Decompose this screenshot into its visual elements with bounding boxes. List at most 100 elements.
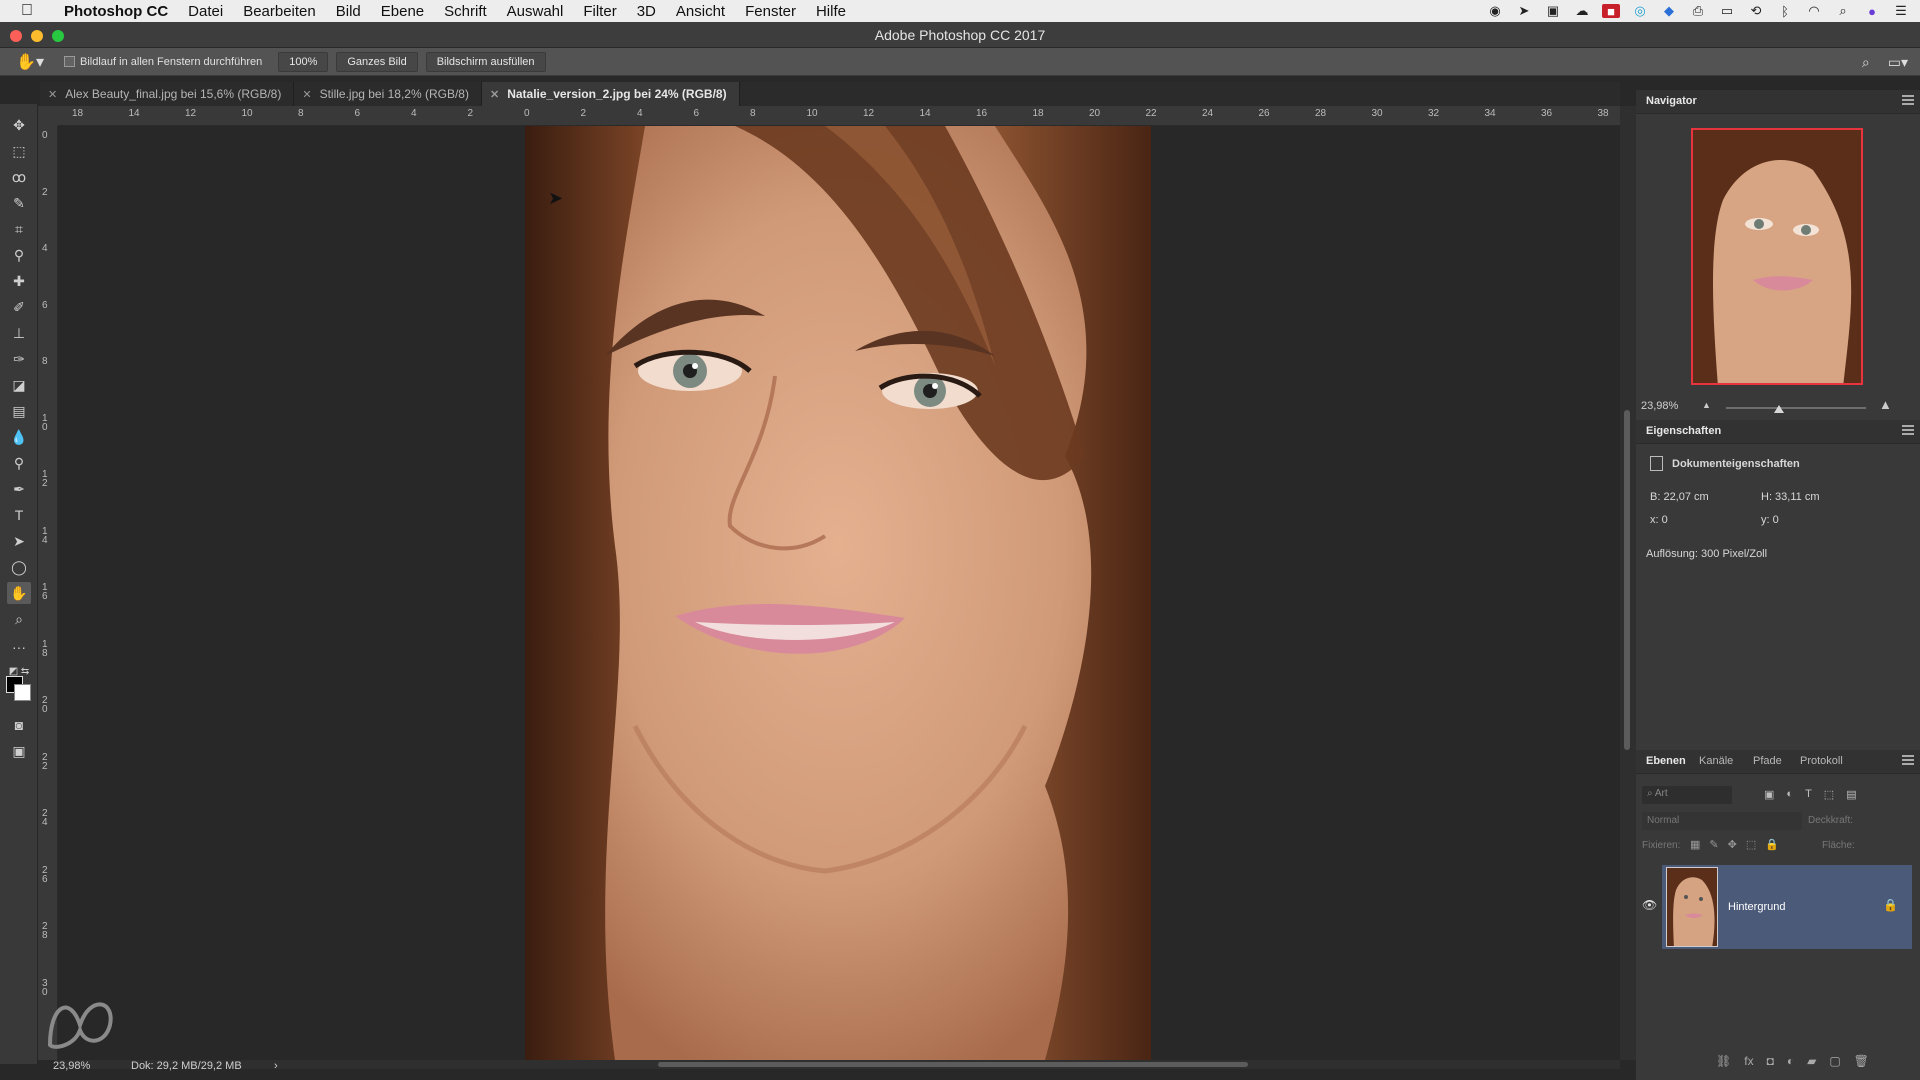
record-icon[interactable]: ◉ [1486,3,1504,18]
history-brush-tool-icon[interactable]: ✑ [7,348,31,370]
ruler-corner[interactable] [38,106,58,126]
eyedropper-tool-icon[interactable]: ⚲ [7,244,31,266]
new-group-icon[interactable]: ▰ [1807,1054,1816,1068]
zoom-in-icon[interactable]: ▲ [1879,397,1892,412]
checkbox-box[interactable] [64,56,75,67]
path-selection-tool-icon[interactable]: ➤ [7,530,31,552]
add-mask-icon[interactable]: ◘ [1767,1054,1774,1068]
navigator-tab[interactable]: Navigator [1646,95,1697,107]
type-filter-icon[interactable]: T [1805,788,1812,801]
navigator-zoom-slider[interactable] [1726,402,1866,414]
lock-artboard-icon[interactable]: ⬚ [1746,838,1756,851]
lasso-tool-icon[interactable]: ꝏ [7,166,31,188]
menu-fenster[interactable]: Fenster [735,3,806,20]
menu-bearbeiten[interactable]: Bearbeiten [233,3,326,20]
background-color-swatch[interactable] [14,684,31,701]
eraser-tool-icon[interactable]: ◪ [7,374,31,396]
close-tab-icon[interactable]: ✕ [302,88,311,101]
menu-app[interactable]: Photoshop CC [54,3,178,20]
tab-natalie-version-2[interactable]: ✕ Natalie_version_2.jpg bei 24% (RGB/8) [481,82,740,106]
clone-stamp-tool-icon[interactable]: ⊥ [7,322,31,344]
tab-stille[interactable]: ✕ Stille.jpg bei 18,2% (RGB/8) [294,82,482,106]
status-menu-arrow[interactable]: › [274,1060,278,1072]
bluetooth-icon[interactable]: ᛒ [1776,4,1794,19]
adjustment-layer-icon[interactable]: ◐ [1787,1054,1794,1068]
zoom-100-button[interactable]: 100% [278,51,329,72]
workspace-icon[interactable]: ▭▾ [1888,54,1908,71]
vertical-scrollbar[interactable] [1620,106,1636,1060]
layer-filter-search[interactable]: ⌕ Art [1642,786,1732,804]
vertical-scrollbar-thumb[interactable] [1624,410,1630,750]
search-icon[interactable]: ⌕ [1862,54,1870,71]
navigator-zoom-value[interactable]: 23,98% [1641,400,1678,412]
crop-tool-icon[interactable]: ⌗ [7,218,31,240]
panel-menu-icon[interactable] [1902,425,1914,435]
blur-tool-icon[interactable]: 💧 [7,426,31,448]
zoom-out-icon[interactable]: ▲ [1702,400,1711,410]
screen-mode-icon[interactable]: ▣ [7,740,31,762]
panel-menu-icon[interactable] [1902,95,1914,105]
marquee-tool-icon[interactable]: ⬚ [7,140,31,162]
cloud-icon[interactable]: ☁ [1573,3,1591,18]
menu-ebene[interactable]: Ebene [371,3,434,20]
move-tool-icon[interactable]: ✥ [7,114,31,136]
menu-ansicht[interactable]: Ansicht [666,3,735,20]
ruler-vertical[interactable]: 024681 01 21 41 61 82 02 22 42 62 83 0 [38,126,58,1060]
gradient-tool-icon[interactable]: ▤ [7,400,31,422]
notification-list-icon[interactable]: ☰ [1892,3,1910,18]
slider-knob[interactable] [1774,405,1785,413]
layer-lock-icon[interactable]: 🔒 [1883,898,1898,912]
menu-schrift[interactable]: Schrift [434,3,497,20]
close-tab-icon[interactable]: ✕ [48,88,57,101]
tab-channels[interactable]: Kanäle [1699,755,1733,767]
sync-icon[interactable]: ◎ [1631,3,1649,18]
ellipse-tool-icon[interactable]: ◯ [7,556,31,578]
more-tools-icon[interactable]: ··· [7,636,31,658]
tab-layers[interactable]: Ebenen [1646,755,1686,767]
smart-object-filter-icon[interactable]: ▤ [1846,788,1856,801]
navigator-preview[interactable] [1691,128,1863,385]
shape-filter-icon[interactable]: ⬚ [1824,788,1834,801]
tab-paths[interactable]: Pfade [1753,755,1782,767]
display-icon[interactable]: ▣ [1544,3,1562,18]
close-tab-icon[interactable]: ✕ [490,88,499,101]
brush-tool-icon[interactable]: ✐ [7,296,31,318]
cursor-app-icon[interactable]: ➤ [1515,3,1533,18]
layer-row-background[interactable]: Hintergrund 🔒 [1662,865,1912,949]
delete-layer-icon[interactable]: 🗑 [1854,1054,1869,1068]
fill-screen-button[interactable]: Bildschirm ausfüllen [425,51,546,72]
spotlight-icon[interactable]: ⌕ [1834,3,1852,18]
tab-history[interactable]: Protokoll [1800,755,1843,767]
fit-screen-button[interactable]: Ganzes Bild [336,51,418,72]
lock-pixels-icon[interactable]: ✎ [1709,838,1718,851]
pixel-filter-icon[interactable]: ▣ [1764,788,1774,801]
dodge-tool-icon[interactable]: ⚲ [7,452,31,474]
hand-tool-icon[interactable]: ✋ [7,582,31,604]
lock-position-icon[interactable]: ✥ [1728,838,1737,851]
pen-tool-icon[interactable]: ✒ [7,478,31,500]
properties-tab[interactable]: Eigenschaften [1646,425,1721,437]
layer-visibility-eye-icon[interactable]: 👁 [1642,898,1657,912]
adjustment-filter-icon[interactable]: ◐ [1786,788,1793,801]
document-canvas[interactable]: ➤ [58,126,1620,1060]
ruler-horizontal[interactable]: 18 14 12 10 8 6 4 2 0 2 4 6 8 10 12 14 16 18 20 22 24 26 28 30 3… [58,106,1620,126]
menu-filter[interactable]: Filter [573,3,626,20]
healing-brush-tool-icon[interactable]: ✚ [7,270,31,292]
status-zoom[interactable]: 23,98% [53,1060,90,1072]
lock-transparency-icon[interactable]: ▦ [1690,838,1700,851]
menu-auswahl[interactable]: Auswahl [497,3,574,20]
type-tool-icon[interactable]: T [7,504,31,526]
panel-menu-icon[interactable] [1902,755,1914,765]
menu-bild[interactable]: Bild [326,3,371,20]
menu-hilfe[interactable]: Hilfe [806,3,856,20]
zoom-tool-icon[interactable]: ⌕ [7,608,31,630]
printer-icon[interactable]: ⎙ [1689,3,1707,18]
app-red-icon[interactable]: ■ [1602,4,1620,19]
menu-datei[interactable]: Datei [178,3,233,20]
hand-tool-preset-icon[interactable]: ✋▾ [10,48,50,76]
dropbox-icon[interactable]: ◆ [1660,3,1678,18]
blend-mode-select[interactable]: Normal [1642,812,1802,830]
wifi-icon[interactable]: ◠ [1805,3,1823,18]
quick-selection-tool-icon[interactable]: ✎ [7,192,31,214]
time-machine-icon[interactable]: ⟲ [1747,3,1765,18]
